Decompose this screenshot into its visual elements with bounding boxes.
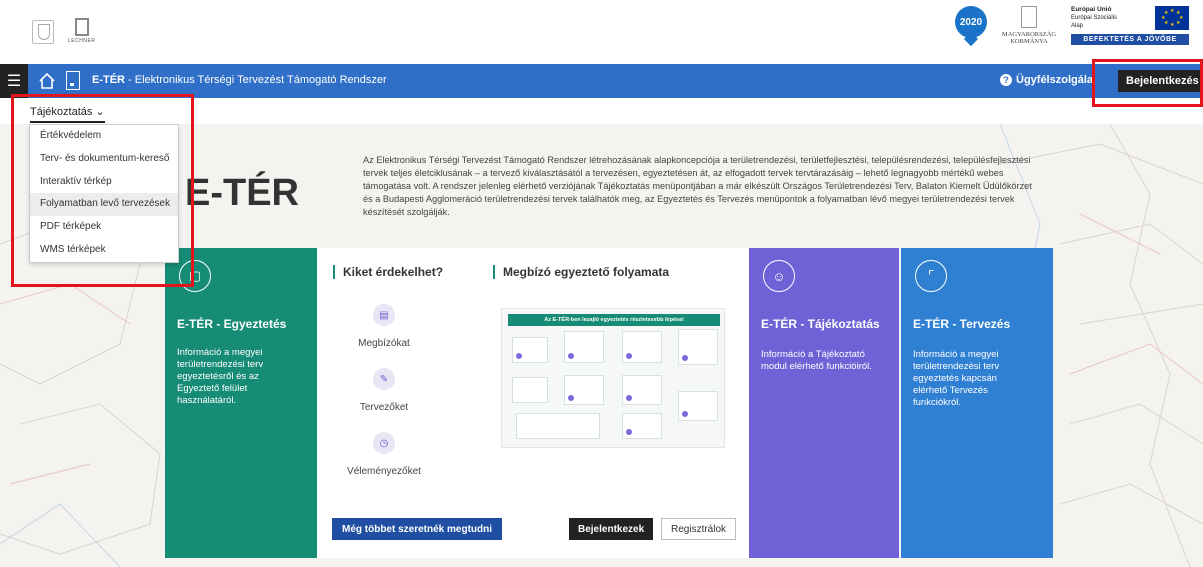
top-navbar: ☰ E-TÉR - Elektronikus Térségi Tervezést… bbox=[0, 64, 1203, 98]
lechner-logo[interactable]: LECHNER bbox=[68, 18, 95, 44]
hungarian-government-logo: MAGYARORSZÁG KORMÁNYA bbox=[997, 6, 1061, 45]
lechner-text: LECHNER bbox=[68, 38, 96, 44]
audience-label: Véleményezőket bbox=[347, 466, 421, 477]
login-now-button[interactable]: Bejelentkezek bbox=[569, 518, 654, 540]
lechner-mark-icon bbox=[74, 18, 89, 36]
card-tajekoztatas-text: Információ a Tájékoztató modul elérhető … bbox=[761, 349, 872, 372]
eu-line1: Európai Unió bbox=[1071, 6, 1112, 13]
eu-line3: Alap bbox=[1071, 22, 1084, 29]
partner-logos: LECHNER bbox=[32, 18, 95, 44]
logo-band: LECHNER 2020 MAGYARORSZÁG KORMÁNYA Európ… bbox=[0, 0, 1203, 64]
audience-label: Megbízókat bbox=[358, 338, 410, 349]
card-tajekoztatas-title: E-TÉR - Tájékoztatás bbox=[761, 317, 880, 331]
document-icon[interactable] bbox=[66, 71, 80, 90]
users-icon: ☺ bbox=[763, 260, 795, 292]
help-icon: ? bbox=[1000, 74, 1012, 86]
process-heading: Megbízó egyeztető folyamata bbox=[493, 265, 669, 279]
audience-tervezok: ✎ Tervezőket bbox=[339, 368, 429, 413]
process-panel: Kiket érdekelhet? Megbízó egyeztető foly… bbox=[317, 248, 749, 558]
customer-service-label: Ügyfélszolgála bbox=[1016, 74, 1094, 86]
funding-logos: 2020 MAGYARORSZÁG KORMÁNYA Európai Unió … bbox=[955, 6, 1189, 48]
hero-intro-text: Az Elektronikus Térségi Tervezést Támoga… bbox=[363, 155, 1032, 217]
coat-of-arms-icon bbox=[1021, 6, 1037, 28]
diagram-title: Az E-TÉR-ben lezajló egyeztetés részlete… bbox=[508, 314, 720, 326]
card-tervezes-text: Információ a megyei területrendezési ter… bbox=[913, 349, 1000, 408]
hungarian-crest-logo bbox=[32, 20, 54, 44]
pen-icon: ✎ bbox=[373, 368, 395, 390]
audience-velemenyezok: ◷ Véleményezőket bbox=[339, 432, 429, 477]
card-egyeztetes-text: Információ a megyei területrendezési ter… bbox=[177, 347, 264, 406]
szechenyi-2020-badge: 2020 bbox=[955, 6, 987, 48]
app-title-long: - Elektronikus Térségi Tervezést Támogat… bbox=[125, 74, 387, 86]
eu-banner: BEFEKTETÉS A JÖVŐBE bbox=[1071, 34, 1189, 46]
card-egyeztetes-title: E-TÉR - Egyeztetés bbox=[177, 317, 287, 331]
app-title-short: E-TÉR bbox=[92, 74, 125, 86]
card-egyeztetes[interactable]: ▢ E-TÉR - Egyeztetés Információ a megyei… bbox=[165, 248, 331, 558]
app-title: E-TÉR - Elektronikus Térségi Tervezést T… bbox=[92, 74, 387, 86]
frame-icon: ⌜ bbox=[915, 260, 947, 292]
eu-line2: Európai Szociális bbox=[1071, 14, 1118, 21]
register-button[interactable]: Regisztrálok bbox=[661, 518, 737, 540]
hero-title: E-TÉR bbox=[185, 172, 299, 214]
customer-service-link[interactable]: ? Ügyfélszolgála bbox=[1000, 74, 1093, 86]
login-highlight-frame bbox=[1092, 59, 1203, 107]
gov-text: MAGYARORSZÁG KORMÁNYA bbox=[1001, 31, 1057, 46]
home-icon[interactable] bbox=[38, 72, 56, 90]
card-tajekoztatas[interactable]: ☺ E-TÉR - Tájékoztatás Információ a Tájé… bbox=[749, 248, 899, 558]
audience-label: Tervezőket bbox=[359, 402, 409, 413]
learn-more-button[interactable]: Még többet szeretnék megtudni bbox=[332, 518, 503, 540]
card-tervezes[interactable]: ⌜ E-TÉR - Tervezés Információ a megyei t… bbox=[901, 248, 1053, 558]
comment-icon: ◷ bbox=[373, 432, 395, 454]
eu-text: Európai Unió Európai Szociális Alap bbox=[1071, 6, 1117, 30]
audience-megbizok: ▤ Megbízókat bbox=[339, 304, 429, 349]
menu-highlight-frame bbox=[11, 94, 194, 287]
audience-heading: Kiket érdekelhet? bbox=[333, 265, 443, 279]
document-icon: ▤ bbox=[373, 304, 395, 326]
eu-funding-logo: Európai Unió Európai Szociális Alap ★ ★ ★ … bbox=[1071, 6, 1189, 46]
process-diagram[interactable]: Az E-TÉR-ben lezajló egyeztetés részlete… bbox=[501, 308, 725, 448]
eu-flag-icon: ★ ★ ★ ★ ★ ★ ★ ★ bbox=[1155, 6, 1189, 30]
hamburger-menu-icon[interactable]: ☰ bbox=[0, 64, 28, 98]
card-tervezes-title: E-TÉR - Tervezés bbox=[913, 317, 1011, 331]
